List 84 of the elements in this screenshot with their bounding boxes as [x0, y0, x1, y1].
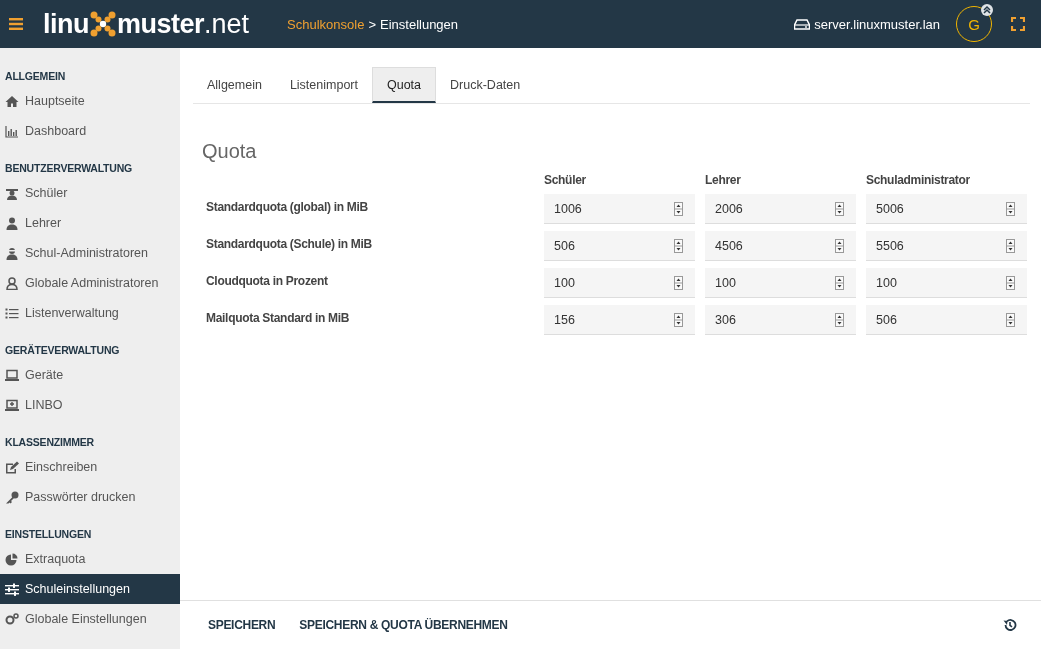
laptop-icon [5, 368, 19, 382]
number-field[interactable]: 100 [705, 268, 856, 298]
person-icon [5, 246, 19, 260]
number-field[interactable]: 306 [705, 305, 856, 335]
tab[interactable]: Druck-Daten [436, 67, 535, 103]
tab[interactable]: Allgemein [193, 67, 276, 103]
sidebar-item[interactable]: Hauptseite [0, 86, 180, 116]
sidebar-item[interactable]: Globale Administratoren [0, 268, 180, 298]
monitor-icon [5, 398, 19, 412]
person-outline-icon [5, 276, 19, 290]
sidebar-item[interactable]: Passwörter drucken [0, 482, 180, 512]
number-field[interactable]: 5506 [866, 231, 1027, 261]
spinner-icon[interactable] [835, 201, 844, 216]
sliders-icon [5, 582, 19, 596]
bar-chart-icon [5, 124, 19, 138]
spinner-icon[interactable] [674, 201, 683, 216]
spinner-icon[interactable] [674, 312, 683, 327]
column-header: Schuladministrator [866, 173, 971, 187]
column-header: Lehrer [705, 173, 742, 187]
sidebar-item[interactable]: Schuleinstellungen [0, 574, 180, 604]
sidebar-section-title: KLASSENZIMMER [4, 436, 95, 450]
home-icon [5, 94, 19, 108]
breadcrumb-current: Einstellungen [380, 16, 459, 32]
number-field[interactable]: 100 [866, 268, 1027, 298]
logo-text: linu [43, 8, 89, 40]
logo-text: .net [204, 8, 250, 40]
spinner-icon[interactable] [674, 275, 683, 290]
spinner-icon[interactable] [1006, 312, 1015, 327]
sidebar-item[interactable]: Listenverwaltung [0, 298, 180, 328]
sidebar-item[interactable]: Schüler [0, 178, 180, 208]
sidebar-item[interactable]: Dashboard [0, 116, 180, 146]
sidebar-item[interactable]: Globale Einstellungen [0, 604, 180, 634]
edit-icon [5, 460, 19, 474]
chevron-badge-icon [981, 4, 993, 16]
sidebar-section-title: ALLGEMEIN [4, 70, 67, 84]
tab[interactable]: Quota [372, 67, 437, 103]
pie-chart-icon [5, 552, 19, 566]
section-title: Quota [202, 140, 258, 163]
sidebar-section-title: GERÄTEVERWALTUNG [4, 344, 121, 358]
sidebar-section-title: EINSTELLUNGEN [4, 528, 93, 542]
sidebar-item[interactable]: Extraquota [0, 544, 180, 574]
row-label: Standardquota (Schule) in MiB [205, 236, 373, 251]
number-field[interactable]: 5006 [866, 194, 1027, 224]
person-icon [5, 216, 19, 230]
number-field[interactable]: 1006 [544, 194, 695, 224]
breadcrumb-separator: > [368, 16, 376, 32]
history-icon[interactable] [1003, 618, 1017, 632]
sidebar-item[interactable]: Schul-Administratoren [0, 238, 180, 268]
sidebar-item[interactable]: Lehrer [0, 208, 180, 238]
spinner-icon[interactable] [835, 275, 844, 290]
menu-icon[interactable] [9, 18, 23, 30]
gears-icon [5, 612, 19, 626]
number-field[interactable]: 4506 [705, 231, 856, 261]
number-field[interactable]: 506 [544, 231, 695, 261]
spinner-icon[interactable] [674, 238, 683, 253]
fullscreen-icon[interactable] [1011, 17, 1025, 31]
logo-text: muster [117, 8, 205, 40]
sidebar-item[interactable]: LINBO [0, 390, 180, 420]
column-header: Schüler [544, 173, 587, 187]
breadcrumb-link[interactable]: Schulkonsole [287, 16, 365, 32]
sidebar-item[interactable]: Geräte [0, 360, 180, 390]
row-label: Mailquota Standard in MiB [205, 310, 351, 325]
sidebar-section-title: BENUTZERVERWALTUNG [4, 162, 134, 176]
spinner-icon[interactable] [835, 238, 844, 253]
student-icon [5, 186, 19, 200]
list-icon [5, 306, 19, 320]
number-field[interactable]: 2006 [705, 194, 856, 224]
logo-dots-icon [90, 11, 116, 37]
key-icon [5, 490, 19, 504]
sidebar-item[interactable]: Einschreiben [0, 452, 180, 482]
save-button[interactable]: SPEICHERN & QUOTA ÜBERNEHMEN [287, 612, 520, 638]
spinner-icon[interactable] [1006, 201, 1015, 216]
number-field[interactable]: 156 [544, 305, 695, 335]
row-label: Standardquota (global) in MiB [205, 199, 369, 214]
server-name: server.linuxmuster.lan [814, 16, 940, 32]
tab[interactable]: Listenimport [275, 67, 372, 103]
spinner-icon[interactable] [835, 312, 844, 327]
spinner-icon[interactable] [1006, 238, 1015, 253]
row-label: Cloudquota in Prozent [205, 273, 329, 288]
spinner-icon[interactable] [1006, 275, 1015, 290]
number-field[interactable]: 100 [544, 268, 695, 298]
save-button[interactable]: SPEICHERN [196, 612, 288, 638]
number-field[interactable]: 506 [866, 305, 1027, 335]
server-icon [794, 18, 811, 30]
